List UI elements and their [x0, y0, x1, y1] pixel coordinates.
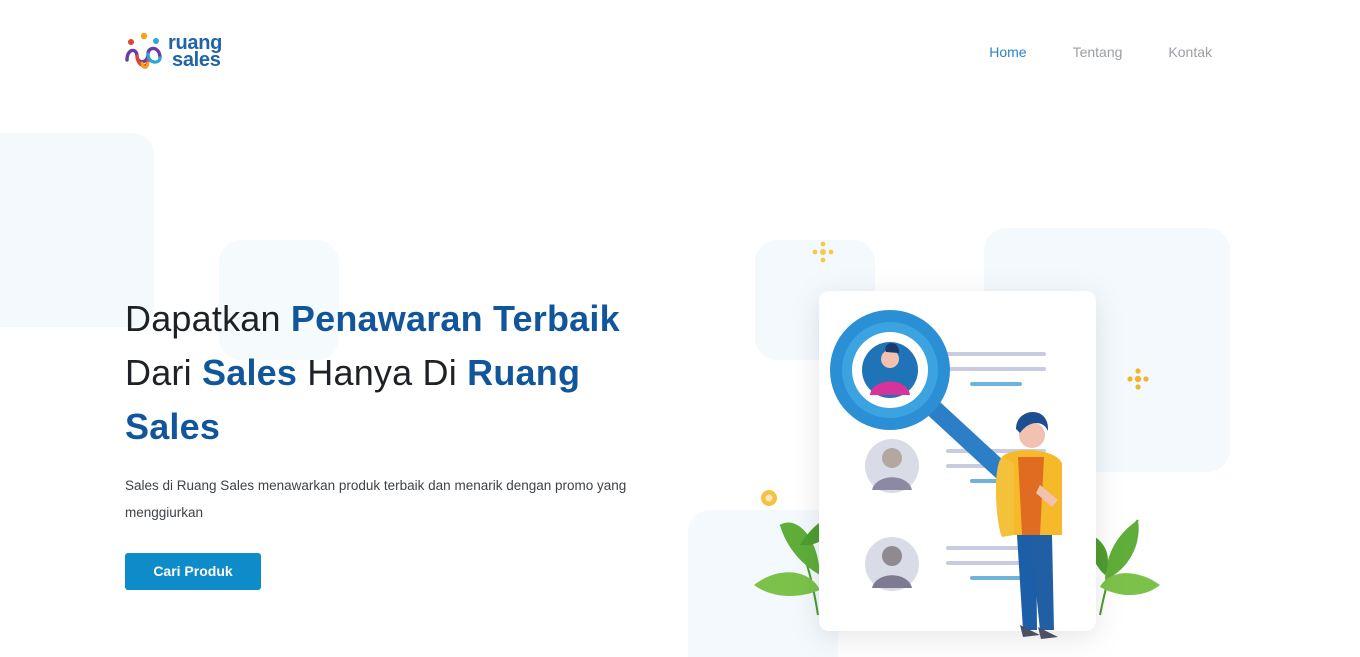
heading-part: Dapatkan: [125, 298, 291, 339]
nav-link-about[interactable]: Tentang: [1073, 44, 1123, 60]
nav-link-home[interactable]: Home: [989, 44, 1026, 60]
landing-page: ruang sales Home Tentang Kontak Dapatkan…: [0, 0, 1360, 657]
heading-highlight: Sales: [202, 352, 298, 393]
brand-logo[interactable]: ruang sales: [124, 30, 222, 74]
heading-highlight: Penawaran Terbaik: [290, 298, 620, 339]
hero-section: Dapatkan Penawaran Terbaik Dari Sales Ha…: [125, 292, 665, 590]
brand-wordmark: ruang sales: [168, 33, 222, 71]
heading-part: Hanya Di: [297, 352, 468, 393]
hero-illustration: [754, 241, 1160, 639]
heading-part: Dari: [125, 352, 203, 393]
nav-link-contact[interactable]: Kontak: [1168, 44, 1212, 60]
logo-mark-icon: [125, 32, 162, 69]
heading-highlight: Sales: [125, 406, 221, 447]
plant-right-icon: [1090, 519, 1160, 616]
search-products-button[interactable]: Cari Produk: [125, 553, 261, 590]
hero-description: Sales di Ruang Sales menawarkan produk t…: [125, 478, 627, 520]
hero-heading: Dapatkan Penawaran Terbaik Dari Sales Ha…: [125, 292, 665, 454]
heading-highlight: Ruang: [467, 352, 581, 393]
sparkle-icon: [812, 241, 834, 263]
sparkle-icon: [1127, 368, 1149, 390]
site-header: ruang sales Home Tentang Kontak: [0, 0, 1360, 105]
main-nav: Home Tentang Kontak: [989, 44, 1212, 60]
brand-line-2: sales: [172, 49, 221, 71]
